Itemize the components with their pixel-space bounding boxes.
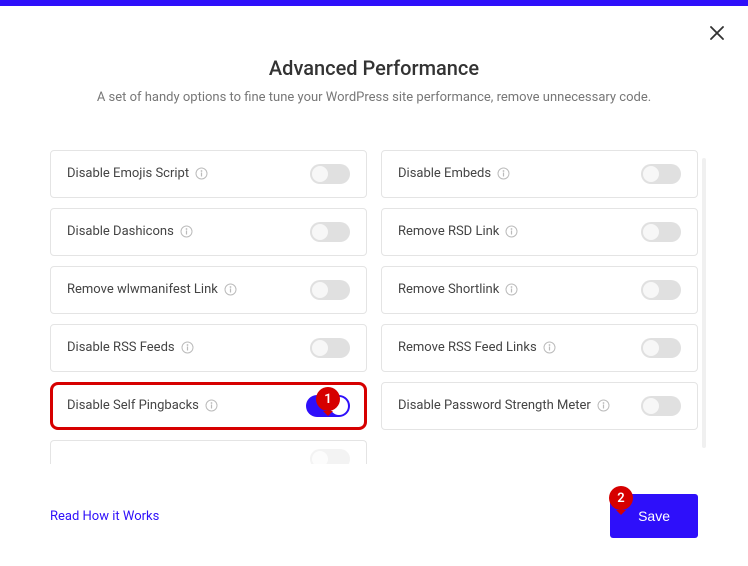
page-title: Advanced Performance: [40, 56, 708, 80]
options-grid: Disable Emojis Script Disable Dashicons …: [0, 118, 748, 464]
info-icon[interactable]: [505, 225, 518, 238]
annotation-marker-1: 1: [316, 387, 340, 411]
info-icon[interactable]: [543, 341, 556, 354]
option-label: Remove RSD Link: [398, 224, 499, 239]
page-subtitle: A set of handy options to fine tune your…: [40, 88, 708, 108]
option-remove-wlwmanifest: Remove wlwmanifest Link: [50, 266, 367, 314]
options-column-right: Disable Embeds Remove RSD Link Remove Sh…: [381, 150, 698, 464]
option-label: Remove Shortlink: [398, 282, 499, 297]
option-label: Disable Self Pingbacks: [67, 398, 199, 413]
option-remove-rsd-link: Remove RSD Link: [381, 208, 698, 256]
option-remove-rss-feed-links: Remove RSS Feed Links: [381, 324, 698, 372]
page-header: Advanced Performance A set of handy opti…: [0, 6, 748, 118]
option-label: Disable Password Strength Meter: [398, 398, 591, 413]
info-icon[interactable]: [181, 341, 194, 354]
option-disable-rss-feeds: Disable RSS Feeds: [50, 324, 367, 372]
toggle[interactable]: [310, 222, 350, 242]
option-disable-emojis: Disable Emojis Script: [50, 150, 367, 198]
info-icon[interactable]: [195, 167, 208, 180]
toggle[interactable]: [641, 222, 681, 242]
option-label: Disable RSS Feeds: [67, 340, 175, 355]
info-icon[interactable]: [180, 225, 193, 238]
toggle[interactable]: [310, 280, 350, 300]
info-icon[interactable]: [224, 283, 237, 296]
footer: Read How it Works Save: [0, 494, 748, 538]
info-icon[interactable]: [497, 167, 510, 180]
scrollbar[interactable]: [702, 158, 706, 448]
info-icon[interactable]: [505, 283, 518, 296]
option-label: Disable Embeds: [398, 166, 491, 181]
option-label: Remove wlwmanifest Link: [67, 282, 218, 297]
option-remove-shortlink: Remove Shortlink: [381, 266, 698, 314]
toggle[interactable]: [641, 396, 681, 416]
option-disable-dashicons: Disable Dashicons: [50, 208, 367, 256]
option-label: Disable Emojis Script: [67, 166, 189, 181]
toggle[interactable]: [641, 164, 681, 184]
annotation-marker-2: 2: [609, 486, 633, 510]
info-icon[interactable]: [597, 399, 610, 412]
option-disable-embeds: Disable Embeds: [381, 150, 698, 198]
toggle[interactable]: [310, 164, 350, 184]
option-disable-password-strength: Disable Password Strength Meter: [381, 382, 698, 430]
option-label: Remove RSS Feed Links: [398, 340, 537, 355]
option-partial: [50, 440, 367, 464]
option-label: Disable Dashicons: [67, 224, 174, 239]
info-icon[interactable]: [205, 399, 218, 412]
how-it-works-link[interactable]: Read How it Works: [50, 509, 159, 524]
toggle[interactable]: [310, 449, 350, 464]
toggle[interactable]: [641, 280, 681, 300]
toggle[interactable]: [310, 338, 350, 358]
options-column-left: Disable Emojis Script Disable Dashicons …: [50, 150, 367, 464]
close-icon[interactable]: [710, 26, 724, 44]
toggle[interactable]: [641, 338, 681, 358]
